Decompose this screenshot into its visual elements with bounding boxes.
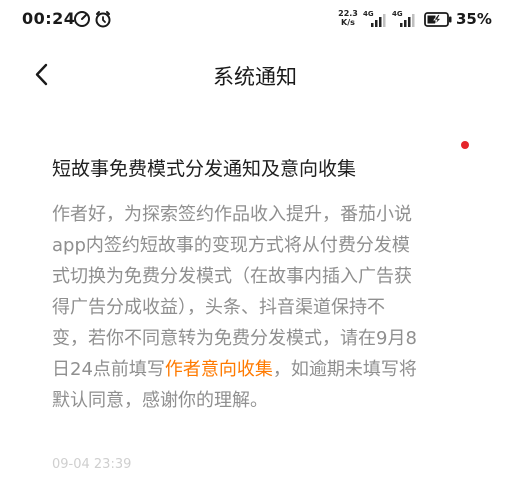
signal-icon (371, 14, 386, 27)
notification-body-line: 日24点前填写作者意向收集，如逾期未填写将 (52, 354, 472, 385)
unread-indicator (461, 141, 469, 149)
notification-title: 短故事免费模式分发通知及意向收集 (52, 158, 357, 180)
notification-card[interactable]: 短故事免费模式分发通知及意向收集 作者好，为探索签约作品收入提升，番茄小说 ap… (52, 155, 472, 416)
notification-body-text: 日24点前填写 (52, 359, 165, 380)
back-button[interactable] (28, 60, 60, 90)
notification-body-line: 作者好，为探索签约作品收入提升，番茄小说 (52, 204, 412, 225)
notification-body-text: ，如逾期未填写将 (272, 359, 417, 380)
alarm-icon (95, 11, 111, 28)
notification-body-line: app内签约短故事的变现方式将从付费分发模 (52, 235, 410, 256)
navigation-bar: 系统通知 (0, 52, 510, 96)
page-title: 系统通知 (213, 65, 297, 89)
battery-percent: 35% (456, 10, 492, 28)
signal-icon (400, 14, 415, 27)
notification-timestamp: 09-04 23:39 (52, 457, 132, 472)
data-saver-icon (74, 11, 90, 27)
status-time: 00:24 (22, 9, 76, 28)
notification-body-line: 默认同意，感谢你的理解。 (52, 390, 268, 411)
notification-body-line: 变，若你不同意转为免费分发模式，请在9月8 (52, 328, 417, 349)
network-speed-value: 22.3 (338, 9, 358, 18)
author-intent-survey-link[interactable]: 作者意向收集 (165, 359, 273, 380)
notification-body-line: 得广告分成收益），头条、抖音渠道保持不 (52, 297, 385, 318)
status-bar: 00:24 22.3 K/s 4G 4G 35% (0, 0, 510, 40)
network-speed-unit: K/s (341, 18, 355, 27)
battery-charging-icon (424, 12, 452, 27)
chevron-left-icon (35, 63, 48, 86)
network-speed: 22.3 K/s (338, 9, 358, 27)
notification-body: 作者好，为探索签约作品收入提升，番茄小说 app内签约短故事的变现方式将从付费分… (52, 199, 472, 416)
notification-body-line: 式切换为免费分发模式（在故事内插入广告获 (52, 266, 412, 287)
